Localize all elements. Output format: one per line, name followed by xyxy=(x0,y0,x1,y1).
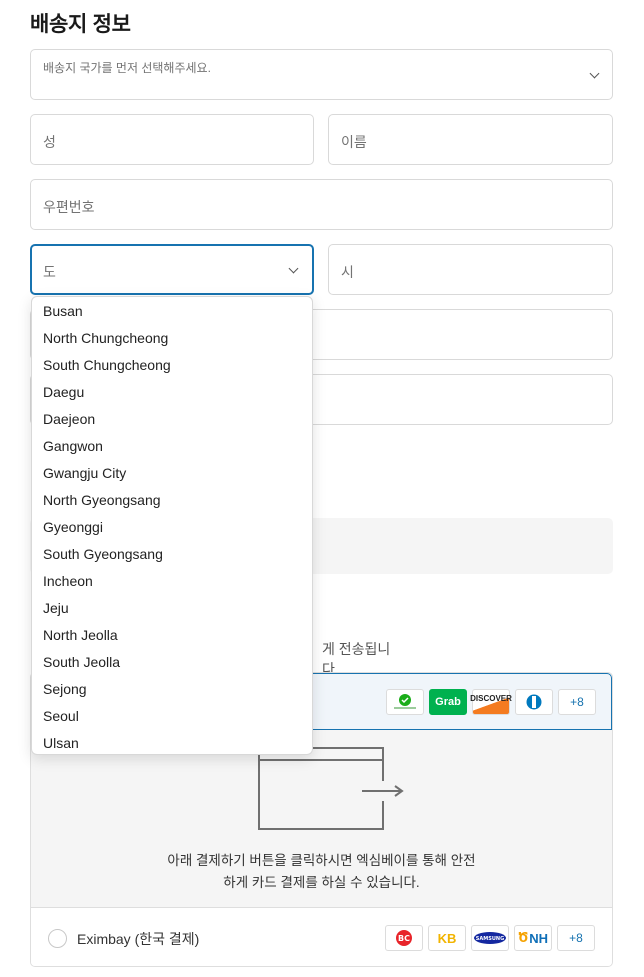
dropdown-option[interactable]: Sejong xyxy=(32,676,312,703)
samsung-card-badge: SAMSUNG xyxy=(471,925,509,951)
postal-code-field[interactable]: 우편번호 xyxy=(30,179,613,230)
dropdown-option[interactable]: Gyeonggi xyxy=(32,514,312,541)
dropdown-option[interactable]: North Jeolla xyxy=(32,622,312,649)
city-placeholder: 시 xyxy=(341,264,354,280)
dropdown-option[interactable]: South Chungcheong xyxy=(32,352,312,379)
province-dropdown[interactable]: Busan North Chungcheong South Chungcheon… xyxy=(31,296,313,755)
postal-code-placeholder: 우편번호 xyxy=(43,199,95,215)
eximbay-payment-option[interactable]: Eximbay (한국 결제) BC KB SAMSUNG Ծ NH +8 xyxy=(31,909,612,966)
svg-text:SAMSUNG: SAMSUNG xyxy=(476,936,504,942)
diners-badge xyxy=(515,689,553,715)
dropdown-option[interactable]: Busan xyxy=(32,298,312,325)
dropdown-option[interactable]: Ulsan xyxy=(32,730,312,754)
chevron-down-icon xyxy=(288,263,299,274)
page-title: 배송지 정보 xyxy=(30,13,131,36)
city-field[interactable]: 시 xyxy=(328,244,613,295)
wechat-pay-icon xyxy=(394,694,416,709)
dropdown-option[interactable]: South Jeolla xyxy=(32,649,312,676)
dropdown-option[interactable]: North Chungcheong xyxy=(32,325,312,352)
chevron-down-icon xyxy=(589,68,600,79)
diners-icon xyxy=(526,694,542,710)
dropdown-option[interactable]: South Gyeongsang xyxy=(32,541,312,568)
province-select[interactable]: 도 xyxy=(30,244,314,295)
dropdown-option[interactable]: Seoul xyxy=(32,703,312,730)
dropdown-option[interactable]: Jeju xyxy=(32,595,312,622)
kb-card-badge: KB xyxy=(428,925,466,951)
country-placeholder: 배송지 국가를 먼저 선택해주세요. xyxy=(43,61,211,75)
more-cards-badge: +8 xyxy=(558,689,596,715)
dropdown-option[interactable]: Gwangju City xyxy=(32,460,312,487)
first-name-placeholder: 이름 xyxy=(341,134,367,150)
dropdown-option[interactable]: Daejeon xyxy=(32,406,312,433)
last-name-field[interactable]: 성 xyxy=(30,114,314,165)
grab-badge: Grab xyxy=(429,689,467,715)
dropdown-option[interactable]: Gangwon xyxy=(32,433,312,460)
dropdown-option[interactable]: North Gyeongsang xyxy=(32,487,312,514)
last-name-placeholder: 성 xyxy=(43,134,56,150)
nh-card-badge: Ծ NH xyxy=(514,925,552,951)
svg-text:BC: BC xyxy=(398,934,410,943)
wechat-pay-badge xyxy=(386,689,424,715)
eximbay-radio[interactable] xyxy=(48,929,67,948)
bc-card-badge: BC xyxy=(385,925,423,951)
card-payment-details: 아래 결제하기 버튼을 클릭하시면 엑심베이를 통해 안전 하게 카드 결제를 … xyxy=(31,730,612,908)
eximbay-label: Eximbay (한국 결제) xyxy=(77,931,200,947)
country-select[interactable]: 배송지 국가를 먼저 선택해주세요. xyxy=(30,49,613,100)
more-kr-cards-badge: +8 xyxy=(557,925,595,951)
bc-card-icon: BC xyxy=(396,930,412,946)
dropdown-option[interactable]: Incheon xyxy=(32,568,312,595)
samsung-icon: SAMSUNG xyxy=(474,932,506,944)
province-placeholder: 도 xyxy=(43,264,56,280)
dropdown-option[interactable]: Daegu xyxy=(32,379,312,406)
first-name-field[interactable]: 이름 xyxy=(328,114,613,165)
discover-badge: DISCOVER xyxy=(470,689,512,715)
arrow-right-icon xyxy=(363,785,404,797)
payment-description: 아래 결제하기 버튼을 클릭하시면 엑심베이를 통해 안전 하게 카드 결제를 … xyxy=(167,853,476,890)
